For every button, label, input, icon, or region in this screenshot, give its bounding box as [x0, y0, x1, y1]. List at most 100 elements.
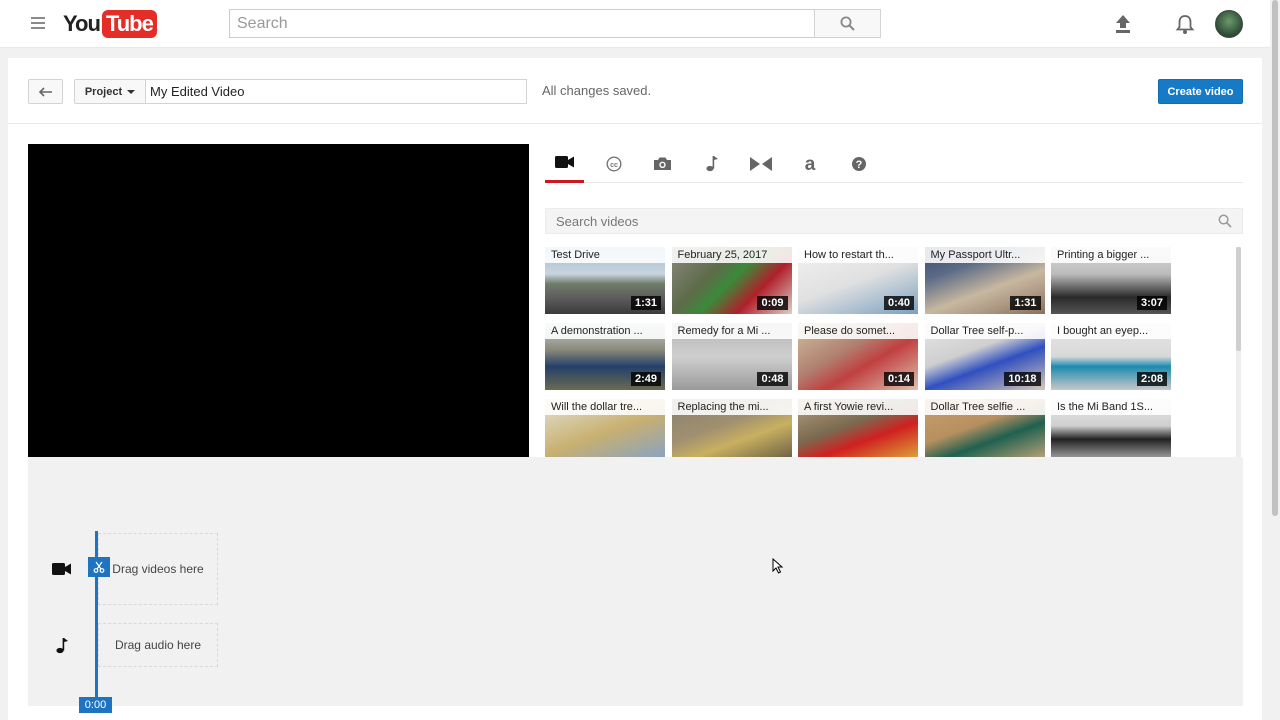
save-status: All changes saved. [542, 83, 652, 98]
video-title: A first Yowie revi... [798, 399, 918, 415]
video-thumbnail[interactable]: A first Yowie revi... [798, 399, 918, 457]
video-thumbnail[interactable]: Printing a bigger ... 3:07 [1051, 247, 1171, 314]
project-label: Project [84, 85, 123, 98]
back-button[interactable] [28, 79, 63, 104]
upload-icon [1116, 15, 1130, 33]
video-drop-zone[interactable]: Drag videos here [98, 533, 218, 605]
video-thumbnail[interactable]: I bought an eyep... 2:08 [1051, 323, 1171, 390]
video-title: Please do somet... [798, 323, 918, 339]
svg-text:cc: cc [610, 161, 618, 168]
music-note-icon [56, 637, 68, 653]
bell-icon [1175, 15, 1195, 34]
transitions-icon [749, 156, 772, 171]
library-scrollbar[interactable] [1236, 247, 1241, 457]
page-scrollbar[interactable] [1270, 0, 1280, 720]
audio-drop-zone[interactable]: Drag audio here [98, 623, 218, 667]
video-duration: 2:49 [630, 372, 661, 386]
timeline: Drag videos here Drag audio here 0:00 [28, 457, 1243, 713]
video-title: Is the Mi Band 1S... [1051, 399, 1171, 415]
music-note-icon [705, 156, 718, 172]
audio-drop-label: Drag audio here [114, 638, 202, 652]
video-camera-icon [554, 156, 574, 168]
video-thumbnail[interactable]: Please do somet... 0:14 [798, 323, 918, 390]
header-divider [8, 123, 1262, 124]
video-thumbnail[interactable]: My Passport Ultr... 1:31 [924, 247, 1045, 314]
video-title: Dollar Tree selfie ... [924, 399, 1045, 415]
playhead-time: 0:00 [79, 697, 112, 713]
video-duration: 10:18 [1004, 372, 1041, 386]
notifications-button[interactable] [1175, 13, 1195, 35]
video-title: How to restart th... [798, 247, 918, 263]
video-duration: 1:31 [1010, 296, 1041, 310]
creative-commons-icon: cc [605, 155, 622, 172]
video-thumbnail[interactable]: How to restart th... 0:40 [798, 247, 918, 314]
video-thumbnail[interactable]: A demonstration ... 2:49 [545, 323, 665, 390]
logo-text-tube: Tube [101, 10, 157, 38]
video-duration: 0:09 [757, 296, 788, 310]
playhead-handle[interactable] [88, 557, 110, 577]
video-preview[interactable] [28, 144, 529, 457]
help-icon: ? [851, 156, 866, 171]
tab-transitions[interactable] [741, 144, 780, 183]
project-dropdown[interactable]: Project [74, 79, 146, 104]
audio-track-icon [50, 633, 74, 657]
video-thumbnail[interactable]: Dollar Tree self-p... 10:18 [924, 323, 1045, 390]
video-track-icon [50, 557, 74, 581]
video-title: I bought an eyep... [1051, 323, 1171, 339]
video-duration: 0:40 [883, 296, 914, 310]
scissors-icon [93, 561, 105, 573]
video-title: Dollar Tree self-p... [924, 323, 1045, 339]
video-camera-icon [52, 563, 71, 575]
video-duration: 0:14 [883, 372, 914, 386]
video-library: Test Drive 1:31 February 25, 2017 0:09 How t… [545, 247, 1235, 457]
create-video-button[interactable]: Create video [1158, 79, 1243, 104]
video-thumbnail[interactable]: February 25, 2017 0:09 [671, 247, 792, 314]
video-thumbnail[interactable]: Dollar Tree selfie ... [924, 399, 1045, 457]
masthead: You Tube Search [0, 0, 1270, 48]
search-icon [1218, 214, 1232, 228]
video-search-placeholder: Search videos [556, 214, 639, 229]
tab-photos[interactable] [643, 144, 682, 183]
tool-tabs: cc a ? [545, 144, 1243, 183]
search-input[interactable]: Search [229, 9, 815, 38]
svg-text:a: a [804, 155, 815, 173]
video-drop-label: Drag videos here [112, 562, 204, 576]
youtube-logo[interactable]: You Tube [63, 10, 157, 38]
video-duration: 3:07 [1136, 296, 1167, 310]
video-title: A demonstration ... [545, 323, 665, 339]
playhead-line[interactable] [95, 531, 98, 697]
upload-button[interactable] [1113, 13, 1133, 35]
text-icon: a [804, 155, 815, 173]
video-duration: 1:31 [630, 296, 661, 310]
video-grid: Test Drive 1:31 February 25, 2017 0:09 How t… [545, 247, 1235, 457]
tab-audio[interactable] [692, 144, 731, 183]
video-duration: 2:08 [1136, 372, 1167, 386]
video-thumbnail[interactable]: Will the dollar tre... [545, 399, 665, 457]
video-thumbnail[interactable]: Remedy for a Mi ... 0:48 [671, 323, 792, 390]
video-title: Test Drive [545, 247, 665, 263]
mouse-cursor-icon [772, 558, 784, 574]
video-thumbnail[interactable]: Is the Mi Band 1S... [1051, 399, 1171, 457]
video-duration: 0:48 [757, 372, 788, 386]
video-thumbnail[interactable]: Replacing the mi... [671, 399, 792, 457]
tab-help[interactable]: ? [839, 144, 878, 183]
page-scrollbar-thumb[interactable] [1272, 0, 1278, 516]
logo-text-you: You [63, 11, 101, 36]
svg-text:?: ? [855, 159, 862, 171]
tab-creative-commons[interactable]: cc [594, 144, 633, 183]
tab-videos[interactable] [545, 144, 584, 183]
tab-text[interactable]: a [790, 144, 829, 183]
video-title: Replacing the mi... [671, 399, 792, 415]
avatar[interactable] [1215, 10, 1243, 38]
library-scrollbar-thumb[interactable] [1236, 247, 1241, 351]
editor-card: Project My Edited Video All changes save… [8, 58, 1262, 720]
video-title: February 25, 2017 [671, 247, 792, 263]
video-search-input[interactable]: Search videos [545, 208, 1243, 234]
menu-icon[interactable] [31, 14, 49, 34]
video-title: Remedy for a Mi ... [671, 323, 792, 339]
back-arrow-icon [38, 86, 52, 97]
video-thumbnail[interactable]: Test Drive 1:31 [545, 247, 665, 314]
camera-icon [654, 157, 671, 170]
project-title-input[interactable]: My Edited Video [145, 79, 527, 104]
search-button[interactable] [814, 9, 881, 38]
